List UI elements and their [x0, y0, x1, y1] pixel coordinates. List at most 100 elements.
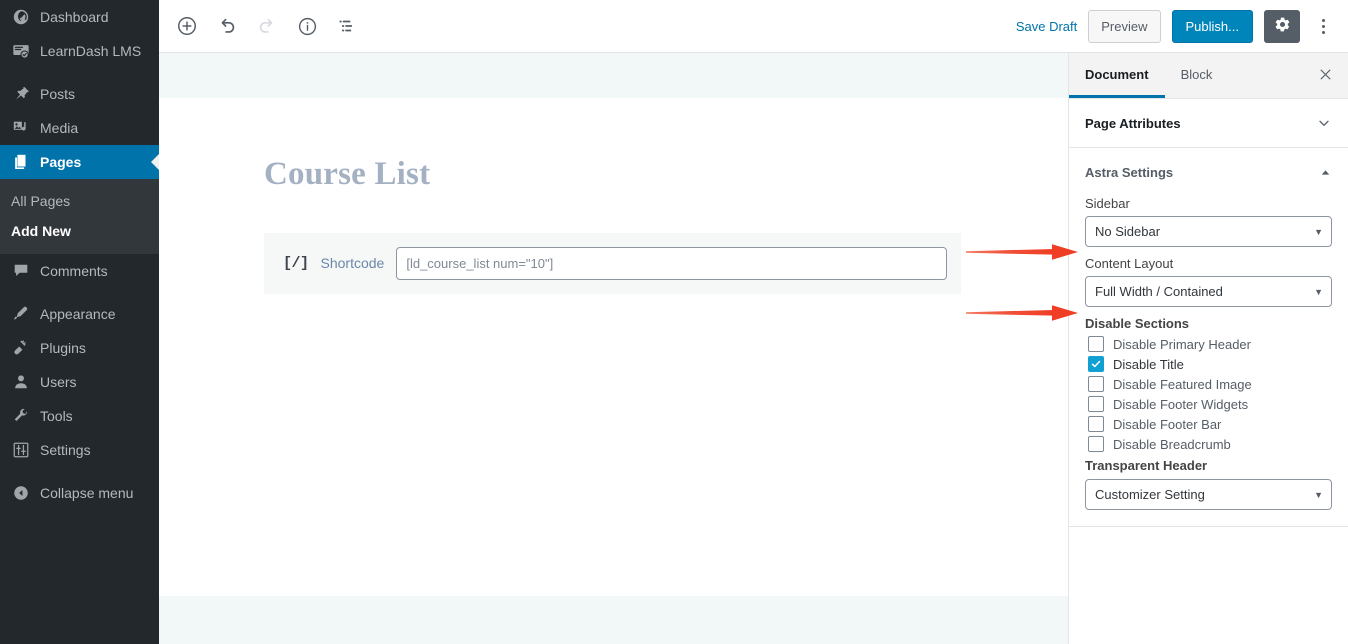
submenu-item-add-new[interactable]: Add New	[0, 216, 159, 246]
sidebar-select-value: No Sidebar	[1095, 224, 1161, 239]
disable-sections-label: Disable Sections	[1085, 316, 1190, 331]
chevron-down-icon: ▼	[1314, 226, 1323, 237]
page-title[interactable]: Course List	[159, 98, 1068, 195]
panel-title: Astra Settings	[1085, 164, 1174, 180]
canvas-top-band	[159, 53, 1068, 98]
sidebar-item-label: Media	[40, 119, 79, 136]
sidebar-item-pages[interactable]: Pages	[0, 145, 159, 179]
tab-document[interactable]: Document	[1069, 53, 1165, 98]
media-icon	[11, 118, 31, 138]
sidebar-field-label: Sidebar	[1085, 196, 1130, 211]
chevron-down-icon	[1316, 115, 1332, 131]
content-structure-info-button[interactable]	[289, 8, 325, 44]
more-options-button[interactable]	[1311, 8, 1335, 44]
shortcode-block[interactable]: [/] Shortcode	[264, 232, 961, 294]
close-settings-button[interactable]	[1302, 53, 1348, 98]
panel-page-attributes-header[interactable]: Page Attributes	[1069, 99, 1348, 147]
tab-block[interactable]: Block	[1165, 53, 1229, 98]
checkbox-row-disable-footer-bar[interactable]: Disable Footer Bar	[1085, 414, 1332, 434]
kebab-dot-icon	[1321, 30, 1325, 34]
sidebar-item-label: LearnDash LMS	[40, 42, 142, 59]
settings-sliders-icon	[11, 440, 31, 460]
checkbox-icon[interactable]	[1088, 396, 1104, 412]
checkbox-icon[interactable]	[1088, 416, 1104, 432]
sidebar-item-label: Plugins	[40, 339, 86, 356]
kebab-dot-icon	[1321, 24, 1325, 28]
admin-sidebar: Dashboard LearnDash LMS Posts Media Page…	[0, 0, 159, 644]
menu-separator	[0, 467, 159, 476]
settings-tab-bar: Document Block	[1069, 53, 1348, 99]
sidebar-item-label: Users	[40, 373, 77, 390]
sidebar-item-learndash-lms[interactable]: LearnDash LMS	[0, 34, 159, 68]
checkbox-icon[interactable]	[1088, 436, 1104, 452]
wordpress-block-editor: Dashboard LearnDash LMS Posts Media Page…	[0, 0, 1348, 644]
redo-button[interactable]	[249, 8, 285, 44]
checkbox-row-disable-footer-widgets[interactable]: Disable Footer Widgets	[1085, 394, 1332, 414]
settings-gear-button[interactable]	[1264, 9, 1300, 43]
sidebar-item-label: Comments	[40, 262, 108, 279]
sidebar-item-collapse-menu[interactable]: Collapse menu	[0, 476, 159, 510]
panel-title: Page Attributes	[1085, 115, 1181, 131]
editor-region: Save Draft Preview Publish... Course Lis…	[159, 0, 1348, 644]
panel-astra-settings-body: Sidebar No Sidebar ▼ Content Layout Full…	[1069, 196, 1348, 526]
sidebar-item-settings[interactable]: Settings	[0, 433, 159, 467]
sidebar-item-posts[interactable]: Posts	[0, 77, 159, 111]
dashboard-icon	[11, 7, 31, 27]
transparent-header-select-value: Customizer Setting	[1095, 487, 1205, 502]
checkbox-label: Disable Primary Header	[1113, 336, 1251, 352]
save-draft-button[interactable]: Save Draft	[1016, 19, 1077, 34]
editor-toolbar-left	[169, 8, 365, 44]
comments-icon	[11, 261, 31, 281]
current-menu-arrow-icon	[151, 154, 159, 170]
block-list: [/] Shortcode	[159, 195, 1068, 294]
shortcode-input[interactable]	[396, 246, 947, 280]
panel-astra-settings: Astra Settings Sidebar No Sidebar ▼ Cont…	[1069, 148, 1348, 527]
checkbox-row-disable-breadcrumb[interactable]: Disable Breadcrumb	[1085, 434, 1332, 454]
gear-icon	[1274, 16, 1291, 36]
editor-toolbar-right: Save Draft Preview Publish...	[1016, 8, 1335, 44]
panel-page-attributes: Page Attributes	[1069, 99, 1348, 148]
sidebar-item-label: Tools	[40, 407, 73, 424]
checkbox-row-disable-primary-header[interactable]: Disable Primary Header	[1085, 334, 1332, 354]
pages-icon	[11, 152, 31, 172]
checkbox-icon[interactable]	[1088, 336, 1104, 352]
menu-separator	[0, 288, 159, 297]
posts-pin-icon	[11, 84, 31, 104]
shortcode-block-label: Shortcode	[320, 255, 385, 272]
sidebar-item-dashboard[interactable]: Dashboard	[0, 0, 159, 34]
sidebar-item-plugins[interactable]: Plugins	[0, 331, 159, 365]
sidebar-item-label: Pages	[40, 153, 82, 170]
checkbox-icon[interactable]	[1088, 356, 1104, 372]
menu-separator	[0, 68, 159, 77]
sidebar-item-appearance[interactable]: Appearance	[0, 297, 159, 331]
canvas-bottom-band	[159, 596, 1068, 644]
chevron-down-icon: ▼	[1314, 286, 1323, 297]
add-block-button[interactable]	[169, 8, 205, 44]
block-navigation-list-view-button[interactable]	[329, 8, 365, 44]
sidebar-item-tools[interactable]: Tools	[0, 399, 159, 433]
sidebar-item-label: Posts	[40, 85, 76, 102]
panel-astra-settings-header[interactable]: Astra Settings	[1069, 148, 1348, 196]
checkbox-label: Disable Footer Bar	[1113, 416, 1222, 432]
sidebar-item-users[interactable]: Users	[0, 365, 159, 399]
publish-button[interactable]: Publish...	[1171, 9, 1253, 43]
sidebar-item-media[interactable]: Media	[0, 111, 159, 145]
appearance-brush-icon	[11, 304, 31, 324]
learndash-icon	[11, 41, 31, 61]
checkbox-row-disable-title[interactable]: Disable Title	[1085, 354, 1332, 374]
checkbox-row-disable-featured-image[interactable]: Disable Featured Image	[1085, 374, 1332, 394]
preview-button[interactable]: Preview	[1088, 9, 1161, 43]
sidebar-item-comments[interactable]: Comments	[0, 254, 159, 288]
shortcode-icon: [/]	[283, 254, 309, 272]
transparent-header-label: Transparent Header	[1085, 458, 1208, 473]
sidebar-select[interactable]: No Sidebar ▼	[1085, 216, 1332, 247]
transparent-header-select[interactable]: Customizer Setting ▼	[1085, 479, 1332, 510]
sidebar-item-label: Collapse menu	[40, 484, 134, 501]
sidebar-item-label: Appearance	[40, 305, 116, 322]
submenu-item-all-pages[interactable]: All Pages	[0, 186, 159, 216]
kebab-dot-icon	[1321, 18, 1325, 22]
checkbox-label: Disable Breadcrumb	[1113, 436, 1231, 452]
undo-button[interactable]	[209, 8, 245, 44]
content-layout-select[interactable]: Full Width / Contained ▼	[1085, 276, 1332, 307]
checkbox-icon[interactable]	[1088, 376, 1104, 392]
